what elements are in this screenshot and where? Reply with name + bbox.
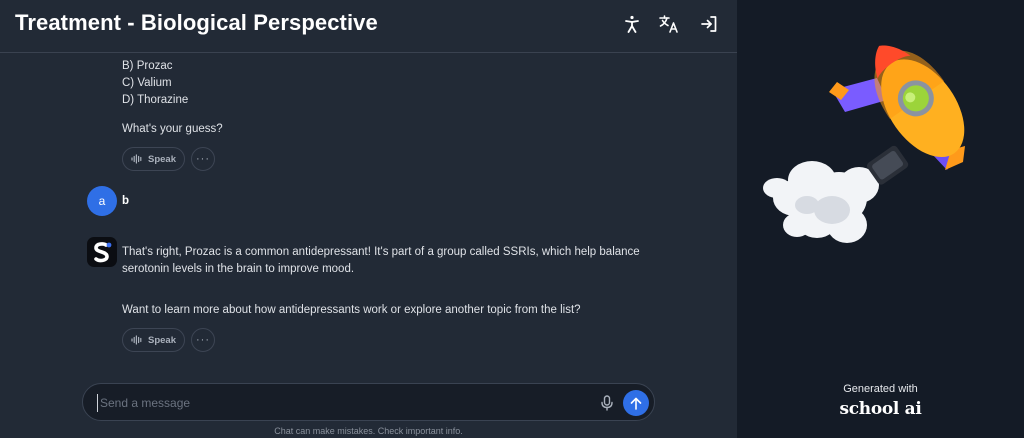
rocket-illustration bbox=[763, 45, 965, 243]
ellipsis-icon: ··· bbox=[196, 153, 210, 165]
message-input[interactable] bbox=[97, 394, 577, 412]
generated-with-label: Generated with bbox=[843, 383, 918, 395]
accessibility-icon[interactable] bbox=[621, 13, 643, 35]
more-options-button[interactable]: ··· bbox=[191, 328, 215, 352]
bot-reply-line3: Want to learn more about how antidepress… bbox=[122, 304, 581, 316]
soundwave-icon bbox=[131, 335, 142, 345]
speak-button[interactable]: Speak bbox=[122, 147, 185, 171]
soundwave-icon bbox=[131, 154, 142, 164]
exit-icon[interactable] bbox=[698, 13, 720, 35]
arrow-up-icon bbox=[630, 397, 642, 410]
bot-question: What's your guess? bbox=[122, 123, 223, 135]
bot-reply-line2: serotonin levels in the brain to improve… bbox=[122, 263, 355, 275]
speak-label: Speak bbox=[148, 334, 176, 346]
scroll-fade bbox=[0, 53, 737, 59]
chat-panel: Treatment - Biological Perspective B) Pr… bbox=[0, 0, 737, 438]
speak-label: Speak bbox=[148, 153, 176, 165]
send-button[interactable] bbox=[623, 390, 649, 416]
option-c: C) Valium bbox=[122, 77, 172, 89]
more-options-button[interactable]: ··· bbox=[191, 147, 215, 171]
message-composer bbox=[82, 383, 655, 421]
microphone-icon[interactable] bbox=[598, 393, 616, 413]
bot-reply-line1: That's right, Prozac is a common antidep… bbox=[122, 246, 640, 258]
avatar-letter: a bbox=[98, 194, 106, 208]
ellipsis-icon: ··· bbox=[196, 334, 210, 346]
option-d: D) Thorazine bbox=[122, 94, 189, 106]
schoolai-logo-icon bbox=[94, 242, 112, 263]
page-title: Treatment - Biological Perspective bbox=[15, 10, 378, 35]
user-avatar: a bbox=[87, 186, 117, 216]
option-b: B) Prozac bbox=[122, 60, 173, 72]
chat-header: Treatment - Biological Perspective bbox=[0, 0, 737, 53]
speak-button[interactable]: Speak bbox=[122, 328, 185, 352]
side-panel: Generated with school ai bbox=[737, 0, 1024, 438]
schoolai-brand[interactable]: school ai bbox=[737, 399, 1024, 419]
translate-icon[interactable] bbox=[658, 13, 680, 35]
disclaimer-text: Chat can make mistakes. Check important … bbox=[274, 426, 463, 436]
user-message: b bbox=[122, 195, 130, 207]
bot-avatar bbox=[87, 237, 117, 267]
